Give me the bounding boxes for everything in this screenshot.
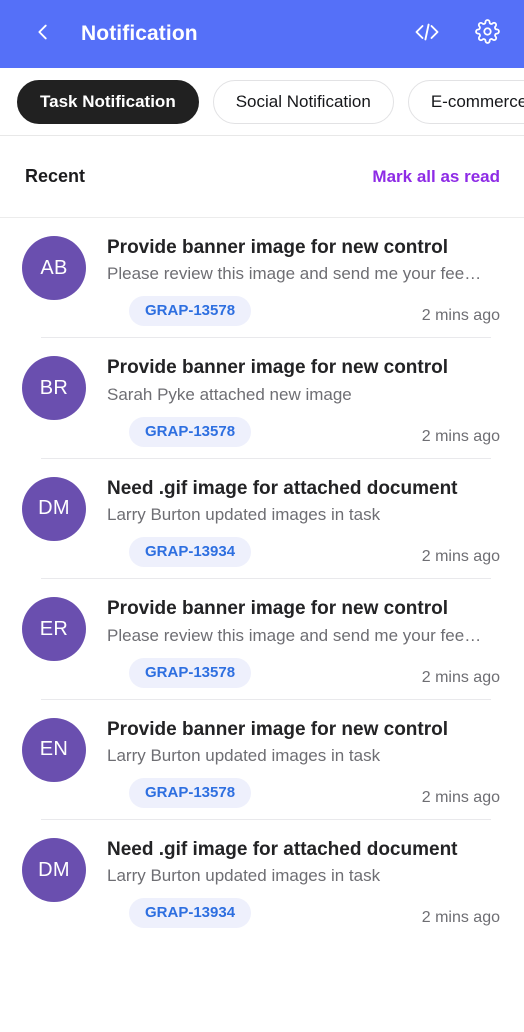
notification-row[interactable]: DM Need .gif image for attached document…	[0, 820, 524, 940]
avatar-initials: DM	[38, 497, 70, 520]
tab-e-commerce[interactable]: E-commerce	[407, 79, 524, 124]
tab-label: Social Notification	[235, 91, 371, 111]
notification-meta: GRAP-13934 2 mins ago	[107, 537, 500, 568]
notification-body: Provide banner image for new control Sar…	[107, 356, 500, 457]
notification-meta: GRAP-13578 2 mins ago	[107, 296, 500, 327]
notification-timestamp: 2 mins ago	[421, 909, 500, 927]
code-button[interactable]	[412, 19, 442, 49]
notification-body: Need .gif image for attached document La…	[107, 477, 500, 578]
notification-timestamp: 2 mins ago	[421, 427, 500, 445]
notification-subtitle: Please review this image and send me you…	[107, 264, 482, 284]
page-title: Notification	[81, 22, 198, 45]
task-tag-badge[interactable]: GRAP-13934	[129, 537, 252, 568]
chevron-left-icon	[32, 21, 54, 48]
notification-timestamp: 2 mins ago	[421, 307, 500, 325]
settings-button[interactable]	[472, 19, 502, 49]
notification-row[interactable]: EN Provide banner image for new control …	[0, 699, 524, 820]
task-tag-badge[interactable]: GRAP-13578	[129, 416, 252, 447]
notification-subtitle: Please review this image and send me you…	[107, 625, 482, 645]
recent-label: Recent	[25, 166, 86, 186]
task-tag-badge[interactable]: GRAP-13934	[129, 898, 252, 929]
notification-timestamp: 2 mins ago	[421, 789, 500, 807]
task-tag-badge[interactable]: GRAP-13578	[129, 778, 252, 809]
notification-meta: GRAP-13578 2 mins ago	[107, 778, 500, 809]
notification-title: Need .gif image for attached document	[107, 839, 458, 861]
notification-title: Provide banner image for new control	[107, 598, 449, 620]
tab-label: Task Notification	[40, 91, 176, 111]
notification-row[interactable]: BR Provide banner image for new control …	[0, 338, 524, 458]
notification-subtitle: Larry Burton updated images in task	[107, 745, 381, 765]
notification-title: Provide banner image for new control	[107, 357, 449, 379]
avatar: BR	[22, 356, 86, 421]
notification-meta: GRAP-13934 2 mins ago	[107, 898, 500, 929]
tab-task-notification[interactable]: Task Notification	[17, 79, 199, 124]
notification-row[interactable]: DM Need .gif image for attached document…	[0, 458, 524, 579]
tab-label: E-commerce	[430, 91, 524, 111]
avatar: EN	[22, 717, 86, 782]
header-actions	[412, 19, 502, 49]
notification-body: Provide banner image for new control Ple…	[107, 597, 500, 698]
notification-body: Provide banner image for new control Ple…	[107, 236, 500, 337]
notification-meta: GRAP-13578 2 mins ago	[107, 657, 500, 688]
notification-screen: Notification Task Notification Social No…	[0, 0, 524, 1032]
notification-subtitle: Larry Burton updated images in task	[107, 866, 381, 886]
back-button[interactable]	[26, 17, 60, 51]
avatar: DM	[22, 476, 86, 541]
notification-row[interactable]: AB Provide banner image for new control …	[0, 218, 524, 338]
notification-body: Need .gif image for attached document La…	[107, 838, 500, 939]
avatar: ER	[22, 597, 86, 662]
avatar-initials: DM	[38, 858, 70, 881]
notification-subtitle: Larry Burton updated images in task	[107, 505, 381, 525]
avatar: AB	[22, 236, 86, 300]
avatar-initials: ER	[39, 617, 69, 640]
notification-timestamp: 2 mins ago	[421, 668, 500, 686]
avatar: DM	[22, 838, 86, 903]
gear-icon	[474, 19, 500, 49]
notification-subtitle: Sarah Pyke attached new image	[107, 384, 352, 404]
notification-row[interactable]: ER Provide banner image for new control …	[0, 579, 524, 699]
notification-list: AB Provide banner image for new control …	[0, 218, 524, 940]
task-tag-badge[interactable]: GRAP-13578	[129, 296, 252, 327]
notification-title: Need .gif image for attached document	[107, 477, 458, 499]
recent-header: Recent Mark all as read	[0, 136, 524, 218]
avatar-initials: BR	[39, 376, 69, 399]
tab-bar[interactable]: Task Notification Social Notification E-…	[0, 68, 524, 136]
notification-title: Provide banner image for new control	[107, 237, 449, 258]
app-header: Notification	[0, 0, 524, 68]
notification-title: Provide banner image for new control	[107, 718, 449, 740]
mark-all-as-read-button[interactable]: Mark all as read	[372, 167, 500, 187]
notification-timestamp: 2 mins ago	[421, 548, 500, 566]
code-icon	[414, 21, 440, 48]
notification-body: Provide banner image for new control Lar…	[107, 718, 500, 819]
notification-meta: GRAP-13578 2 mins ago	[107, 416, 500, 447]
avatar-initials: EN	[39, 738, 69, 761]
task-tag-badge[interactable]: GRAP-13578	[129, 657, 252, 688]
avatar-initials: AB	[40, 256, 68, 279]
tab-social-notification[interactable]: Social Notification	[212, 79, 394, 124]
